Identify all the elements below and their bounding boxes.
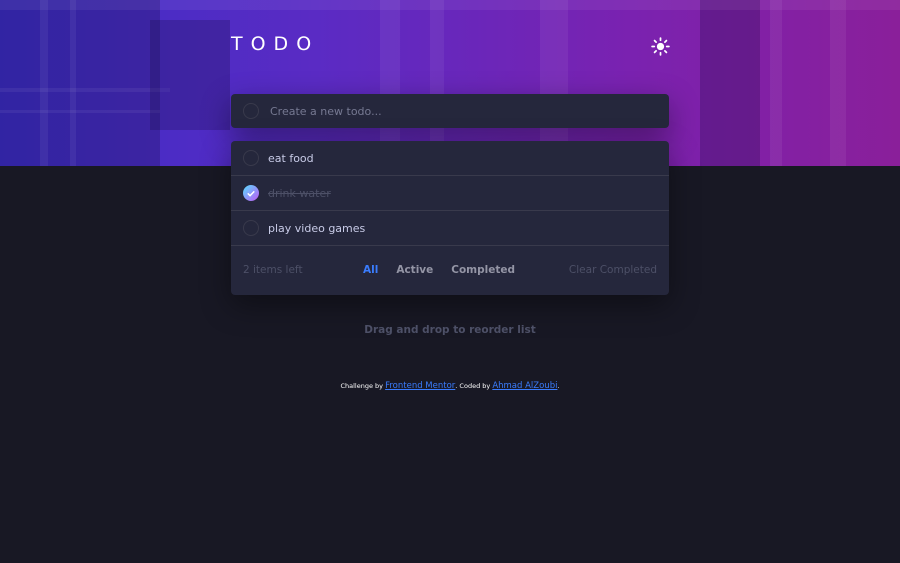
filter-completed-button[interactable]: Completed bbox=[451, 264, 515, 276]
attribution-coded-prefix: . Coded by bbox=[455, 382, 491, 390]
filter-active-button[interactable]: Active bbox=[396, 264, 433, 276]
todo-item[interactable]: drink water bbox=[231, 176, 669, 211]
checkmark-icon bbox=[247, 190, 255, 197]
sun-icon bbox=[651, 37, 670, 56]
todo-item-text: eat food bbox=[268, 151, 314, 165]
items-left-count: 2 items left bbox=[243, 263, 303, 276]
clear-completed-button[interactable]: Clear Completed bbox=[569, 264, 657, 276]
attribution: Challenge by Frontend Mentor. Coded by A… bbox=[0, 381, 900, 391]
drag-drop-hint: Drag and drop to reorder list bbox=[364, 324, 536, 336]
attribution-challenge-prefix: Challenge by bbox=[340, 382, 384, 390]
todo-check-circle-icon[interactable] bbox=[243, 150, 259, 166]
filter-all-button[interactable]: All bbox=[363, 264, 378, 276]
todo-list: eat food drink water play video games 2 … bbox=[231, 141, 669, 295]
todo-check-circle-icon[interactable] bbox=[243, 220, 259, 236]
theme-toggle-button[interactable] bbox=[650, 36, 671, 57]
new-todo-card bbox=[231, 94, 669, 128]
todo-checked-icon[interactable] bbox=[243, 185, 259, 201]
filter-group: All Active Completed bbox=[363, 264, 515, 276]
new-todo-input[interactable] bbox=[268, 103, 652, 119]
todo-item[interactable]: play video games bbox=[231, 211, 669, 246]
author-link[interactable]: Ahmad AlZoubi bbox=[492, 381, 557, 391]
app-title: TODO bbox=[231, 33, 320, 55]
attribution-suffix: . bbox=[557, 382, 560, 390]
todo-item-text: play video games bbox=[268, 221, 366, 235]
frontend-mentor-link[interactable]: Frontend Mentor bbox=[385, 381, 455, 391]
new-todo-check-circle-icon bbox=[243, 103, 259, 119]
todo-item[interactable]: eat food bbox=[231, 141, 669, 176]
todo-list-footer: 2 items left All Active Completed Clear … bbox=[231, 246, 669, 293]
todo-item-text: drink water bbox=[268, 186, 331, 200]
